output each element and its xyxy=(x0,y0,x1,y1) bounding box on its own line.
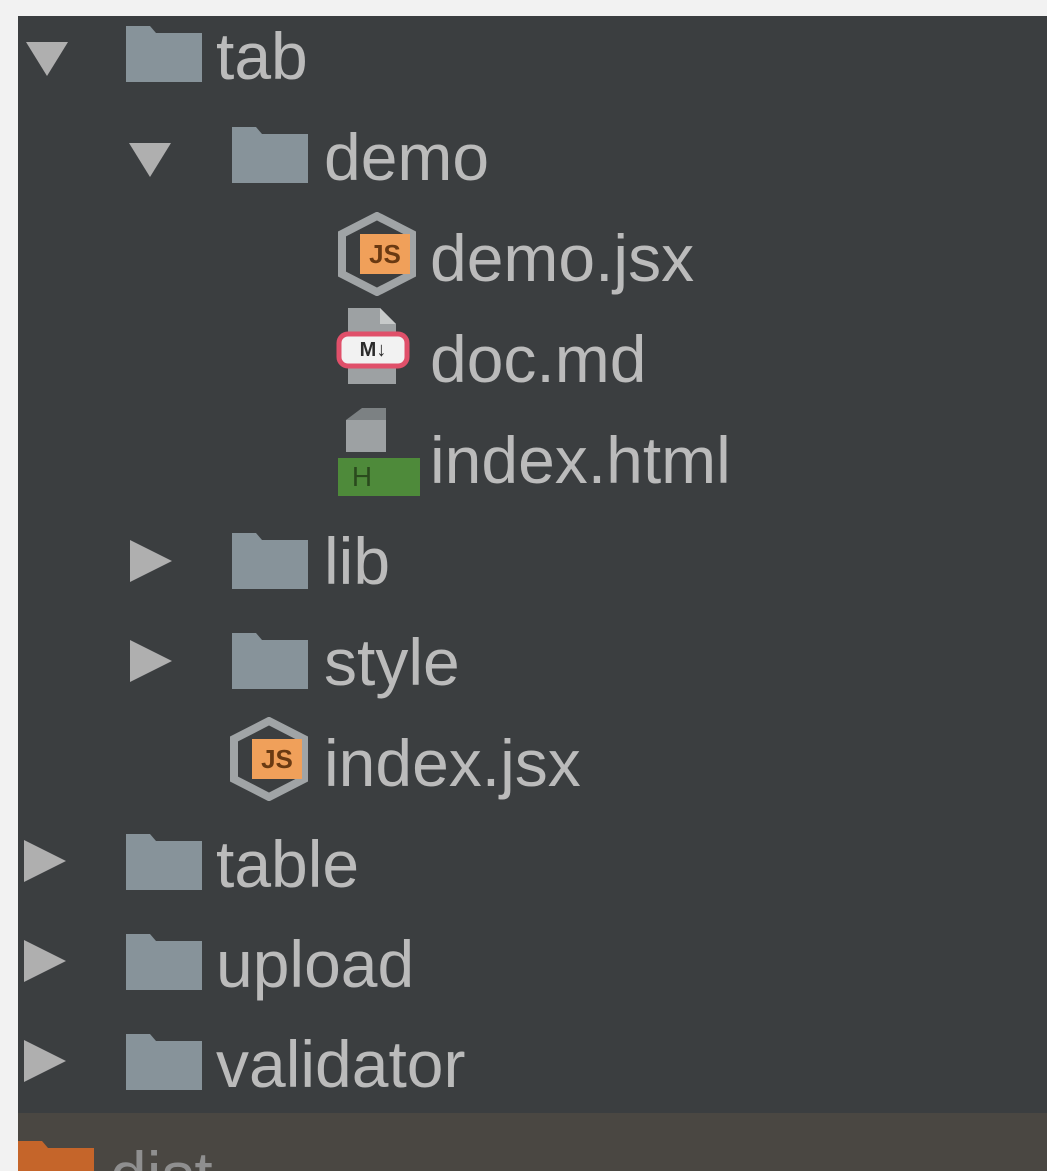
js-file-icon: JS xyxy=(338,212,416,296)
tree-label: table xyxy=(216,827,360,901)
collapse-arrow-icon[interactable] xyxy=(26,42,68,76)
tree-label: style xyxy=(324,625,460,699)
tree-label: doc.md xyxy=(430,322,647,396)
folder-icon xyxy=(232,533,308,589)
tree-label: demo xyxy=(324,120,490,194)
tree-label: tab xyxy=(216,19,308,93)
tree-row-index-html[interactable]: H index.html xyxy=(18,408,1047,521)
project-tree-panel: tab demo JS demo.jsx M↓ doc.md H index.h… xyxy=(18,16,1047,1171)
folder-icon xyxy=(126,834,202,890)
html-file-icon: H xyxy=(338,408,420,496)
folder-icon xyxy=(232,633,308,689)
collapse-arrow-icon[interactable] xyxy=(129,143,171,177)
excluded-folder-icon xyxy=(18,1141,94,1171)
tree-label: demo.jsx xyxy=(430,221,695,295)
folder-icon xyxy=(126,26,202,82)
markdown-badge-text: M↓ xyxy=(359,339,387,361)
js-badge-text: JS xyxy=(369,239,401,269)
tree-row-demo[interactable]: demo xyxy=(18,117,1047,218)
expand-arrow-icon[interactable] xyxy=(24,1040,66,1082)
js-file-icon: JS xyxy=(230,717,308,801)
js-badge-text: JS xyxy=(261,744,293,774)
expand-arrow-icon[interactable] xyxy=(130,540,172,582)
tree-row-tab[interactable]: tab xyxy=(18,16,1047,117)
folder-icon xyxy=(232,127,308,183)
tree-label: upload xyxy=(216,927,415,1001)
html-badge-text: H xyxy=(351,461,373,492)
tree-row-lib[interactable]: lib xyxy=(18,521,1047,622)
tree-row-upload[interactable]: upload xyxy=(18,924,1047,1025)
tree-label: index.html xyxy=(430,423,731,497)
tree-label: validator xyxy=(216,1027,466,1101)
tree-label: index.jsx xyxy=(324,726,581,800)
tree-row-style[interactable]: style xyxy=(18,622,1047,723)
expand-arrow-icon[interactable] xyxy=(24,840,66,882)
folder-icon xyxy=(126,934,202,990)
tree-row-index-jsx[interactable]: JS index.jsx xyxy=(18,717,1047,824)
folder-icon xyxy=(126,1034,202,1090)
expand-arrow-icon[interactable] xyxy=(130,640,172,682)
tree-row-validator[interactable]: validator xyxy=(18,1024,1047,1125)
tree-row-dist[interactable]: dist xyxy=(18,1113,1047,1171)
tree-label: lib xyxy=(324,524,391,598)
tree-label: dist xyxy=(110,1135,213,1171)
expand-arrow-icon[interactable] xyxy=(24,940,66,982)
markdown-file-icon: M↓ xyxy=(336,304,410,388)
tree-row-demo-jsx[interactable]: JS demo.jsx xyxy=(18,212,1047,319)
tree-row-doc-md[interactable]: M↓ doc.md xyxy=(18,308,1047,420)
tree-row-table[interactable]: table xyxy=(18,824,1047,925)
